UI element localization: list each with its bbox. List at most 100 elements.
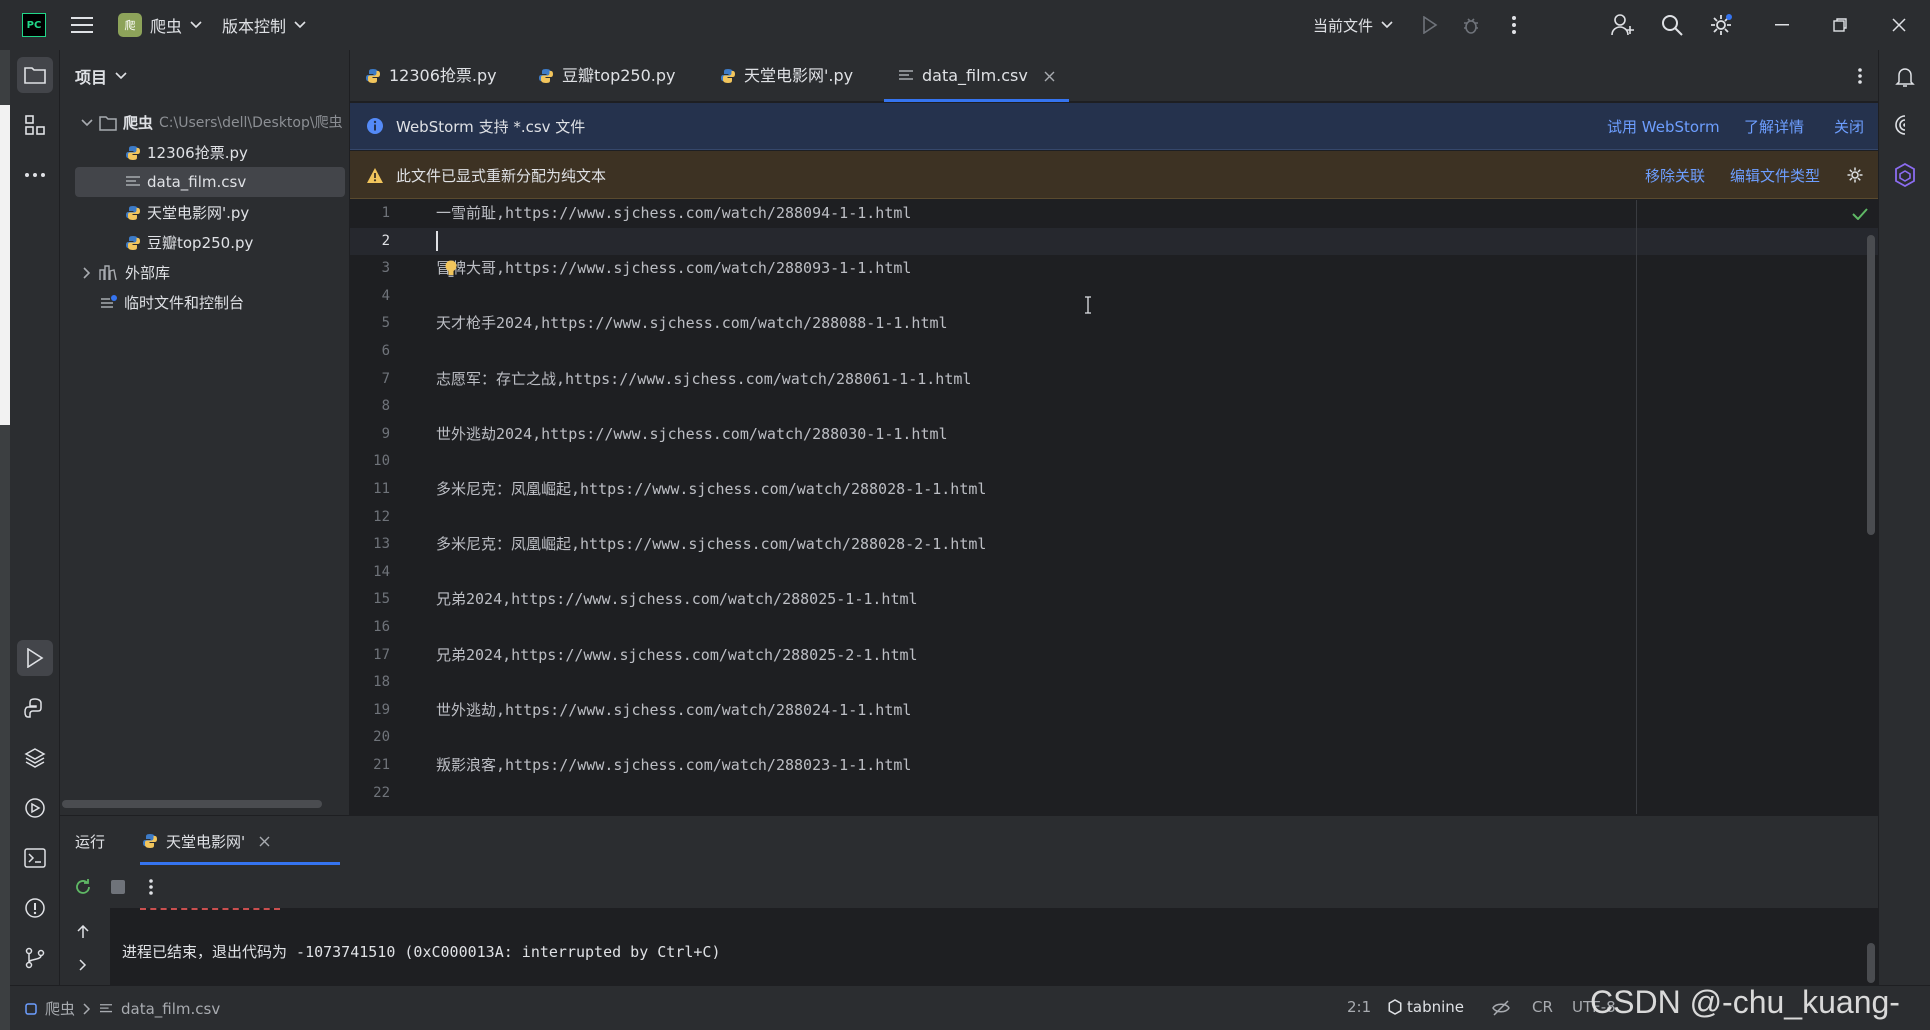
terminal-icon[interactable] <box>17 840 53 876</box>
close-banner-link[interactable]: 关闭 <box>1834 116 1864 137</box>
chevron-down-icon[interactable] <box>81 119 93 127</box>
line-number[interactable]: 22 <box>350 780 390 808</box>
console-scrollbar[interactable] <box>1867 943 1875 983</box>
add-user-icon[interactable] <box>1610 12 1636 38</box>
line-number[interactable]: 15 <box>350 586 390 614</box>
code-line[interactable]: 多米尼克：凤凰崛起,https://www.sjchess.com/watch/… <box>436 531 986 559</box>
run-icon[interactable] <box>1418 13 1442 37</box>
settings-gear-icon[interactable] <box>1844 164 1866 186</box>
tabnine-status[interactable]: tabnine <box>1388 998 1464 1016</box>
line-number[interactable]: 4 <box>350 283 390 311</box>
tree-root-folder[interactable]: 爬虫 C:\Users\dell\Desktop\爬虫 <box>75 108 350 138</box>
editor-tab[interactable]: 豆瓣top250.py <box>538 50 675 102</box>
code-line[interactable]: 多米尼克：凤凰崛起,https://www.sjchess.com/watch/… <box>436 476 986 504</box>
learn-more-link[interactable]: 了解详情 <box>1744 116 1804 137</box>
line-number[interactable]: 14 <box>350 559 390 587</box>
line-number[interactable]: 19 <box>350 697 390 725</box>
project-panel-header[interactable]: 项目 <box>75 64 127 88</box>
python-console-icon[interactable] <box>17 690 53 726</box>
app-logo-icon[interactable]: PC <box>22 13 46 37</box>
run-config-selector[interactable]: 当前文件 <box>1313 12 1393 38</box>
tabnine-icon[interactable] <box>1892 162 1918 188</box>
search-icon[interactable] <box>1659 12 1685 38</box>
try-webstorm-link[interactable]: 试用 WebStorm <box>1607 116 1720 137</box>
breadcrumb-project[interactable]: 爬虫 <box>45 998 75 1019</box>
line-number[interactable]: 12 <box>350 504 390 532</box>
chevron-right-icon[interactable] <box>83 267 91 279</box>
line-number[interactable]: 11 <box>350 476 390 504</box>
restore-icon[interactable] <box>1828 13 1852 37</box>
tree-file-item[interactable]: data_film.csv <box>75 167 345 197</box>
caret-position[interactable]: 2:1 <box>1347 998 1371 1016</box>
line-number[interactable]: 6 <box>350 338 390 366</box>
minimize-icon[interactable] <box>1770 13 1794 37</box>
line-number[interactable]: 1 <box>350 200 390 228</box>
code-line[interactable]: 世外逃劫2024,https://www.sjchess.com/watch/2… <box>436 421 948 449</box>
project-switcher[interactable]: 爬 爬虫 <box>118 12 202 38</box>
scroll-up-icon[interactable] <box>72 921 94 943</box>
line-number[interactable]: 17 <box>350 642 390 670</box>
code-line[interactable]: 世外逃劫,https://www.sjchess.com/watch/28802… <box>436 697 911 725</box>
line-number[interactable]: 7 <box>350 366 390 394</box>
code-line[interactable]: 冒牌大哥,https://www.sjchess.com/watch/28809… <box>436 255 911 283</box>
run-tool-icon[interactable] <box>17 640 53 676</box>
project-tool-icon[interactable] <box>17 57 53 93</box>
main-menu-icon[interactable] <box>70 13 94 37</box>
line-number[interactable]: 20 <box>350 724 390 752</box>
vcs-menu[interactable]: 版本控制 <box>222 12 306 38</box>
line-number-gutter[interactable]: 1 2 3 4 5 6 7 8 9 10 11 12 13 14 15 16 17 18 19 20 21 22 <box>350 200 434 814</box>
notifications-bell-icon[interactable] <box>1892 64 1918 90</box>
remove-association-link[interactable]: 移除关联 <box>1645 165 1705 186</box>
line-number[interactable]: 9 <box>350 421 390 449</box>
code-line[interactable]: 叛影浪客,https://www.sjchess.com/watch/28802… <box>436 752 911 780</box>
line-number[interactable]: 21 <box>350 752 390 780</box>
line-number[interactable]: 5 <box>350 310 390 338</box>
structure-tool-icon[interactable] <box>17 107 53 143</box>
no-ai-icon[interactable] <box>1490 997 1512 1019</box>
code-line[interactable]: 志愿军：存亡之战,https://www.sjchess.com/watch/2… <box>436 366 971 394</box>
line-number[interactable]: 2 <box>350 228 390 256</box>
editor-tab-active[interactable]: data_film.csv <box>884 50 1069 102</box>
debug-icon[interactable] <box>1459 13 1483 37</box>
python-packages-icon[interactable] <box>17 740 53 776</box>
inspection-ok-icon[interactable] <box>1852 208 1868 222</box>
line-number[interactable]: 13 <box>350 531 390 559</box>
ai-assistant-icon[interactable] <box>1892 112 1918 138</box>
chevron-right-icon[interactable] <box>72 954 94 976</box>
code-line[interactable]: 兄弟2024,https://www.sjchess.com/watch/288… <box>436 642 918 670</box>
code-line[interactable]: 天才枪手2024,https://www.sjchess.com/watch/2… <box>436 310 948 338</box>
more-actions-icon[interactable] <box>140 876 162 898</box>
code-line[interactable]: 一雪前耻,https://www.sjchess.com/watch/28809… <box>436 200 911 228</box>
stop-icon[interactable] <box>107 876 129 898</box>
services-icon[interactable] <box>17 790 53 826</box>
lightbulb-icon[interactable] <box>444 260 458 278</box>
run-tab[interactable]: 天堂电影网' <box>130 816 340 866</box>
tree-file-item[interactable]: 天堂电影网'.py <box>125 198 340 228</box>
editor-tab[interactable]: 12306抢票.py <box>365 50 497 102</box>
close-tab-icon[interactable] <box>1044 71 1055 82</box>
line-number[interactable]: 3 <box>350 255 390 283</box>
horizontal-scrollbar[interactable] <box>62 800 322 808</box>
run-console-output[interactable]: 进程已结束，退出代码为 -1073741510 (0xC000013A: int… <box>110 908 1878 986</box>
breadcrumb[interactable]: 爬虫 data_film.csv <box>25 998 220 1019</box>
line-number[interactable]: 8 <box>350 393 390 421</box>
tree-external-libraries[interactable]: 外部库 <box>75 258 345 288</box>
more-actions-icon[interactable] <box>1502 13 1526 37</box>
line-number[interactable]: 16 <box>350 614 390 642</box>
rerun-icon[interactable] <box>72 876 94 898</box>
line-number[interactable]: 10 <box>350 448 390 476</box>
problems-icon[interactable] <box>17 890 53 926</box>
settings-gear-icon[interactable] <box>1708 12 1734 38</box>
breadcrumb-file[interactable]: data_film.csv <box>121 1000 220 1018</box>
more-tools-icon[interactable] <box>17 157 53 193</box>
git-icon[interactable] <box>17 940 53 976</box>
vertical-scrollbar[interactable] <box>1867 235 1875 535</box>
line-number[interactable]: 18 <box>350 669 390 697</box>
editor-tab[interactable]: 天堂电影网'.py <box>720 50 853 102</box>
tree-file-item[interactable]: 12306抢票.py <box>125 138 340 168</box>
code-line[interactable]: 兄弟2024,https://www.sjchess.com/watch/288… <box>436 586 918 614</box>
tab-actions-icon[interactable] <box>1848 64 1872 88</box>
tree-scratches[interactable]: 临时文件和控制台 <box>100 288 345 318</box>
line-separator[interactable]: CR <box>1532 998 1553 1016</box>
tree-file-item[interactable]: 豆瓣top250.py <box>125 228 340 258</box>
